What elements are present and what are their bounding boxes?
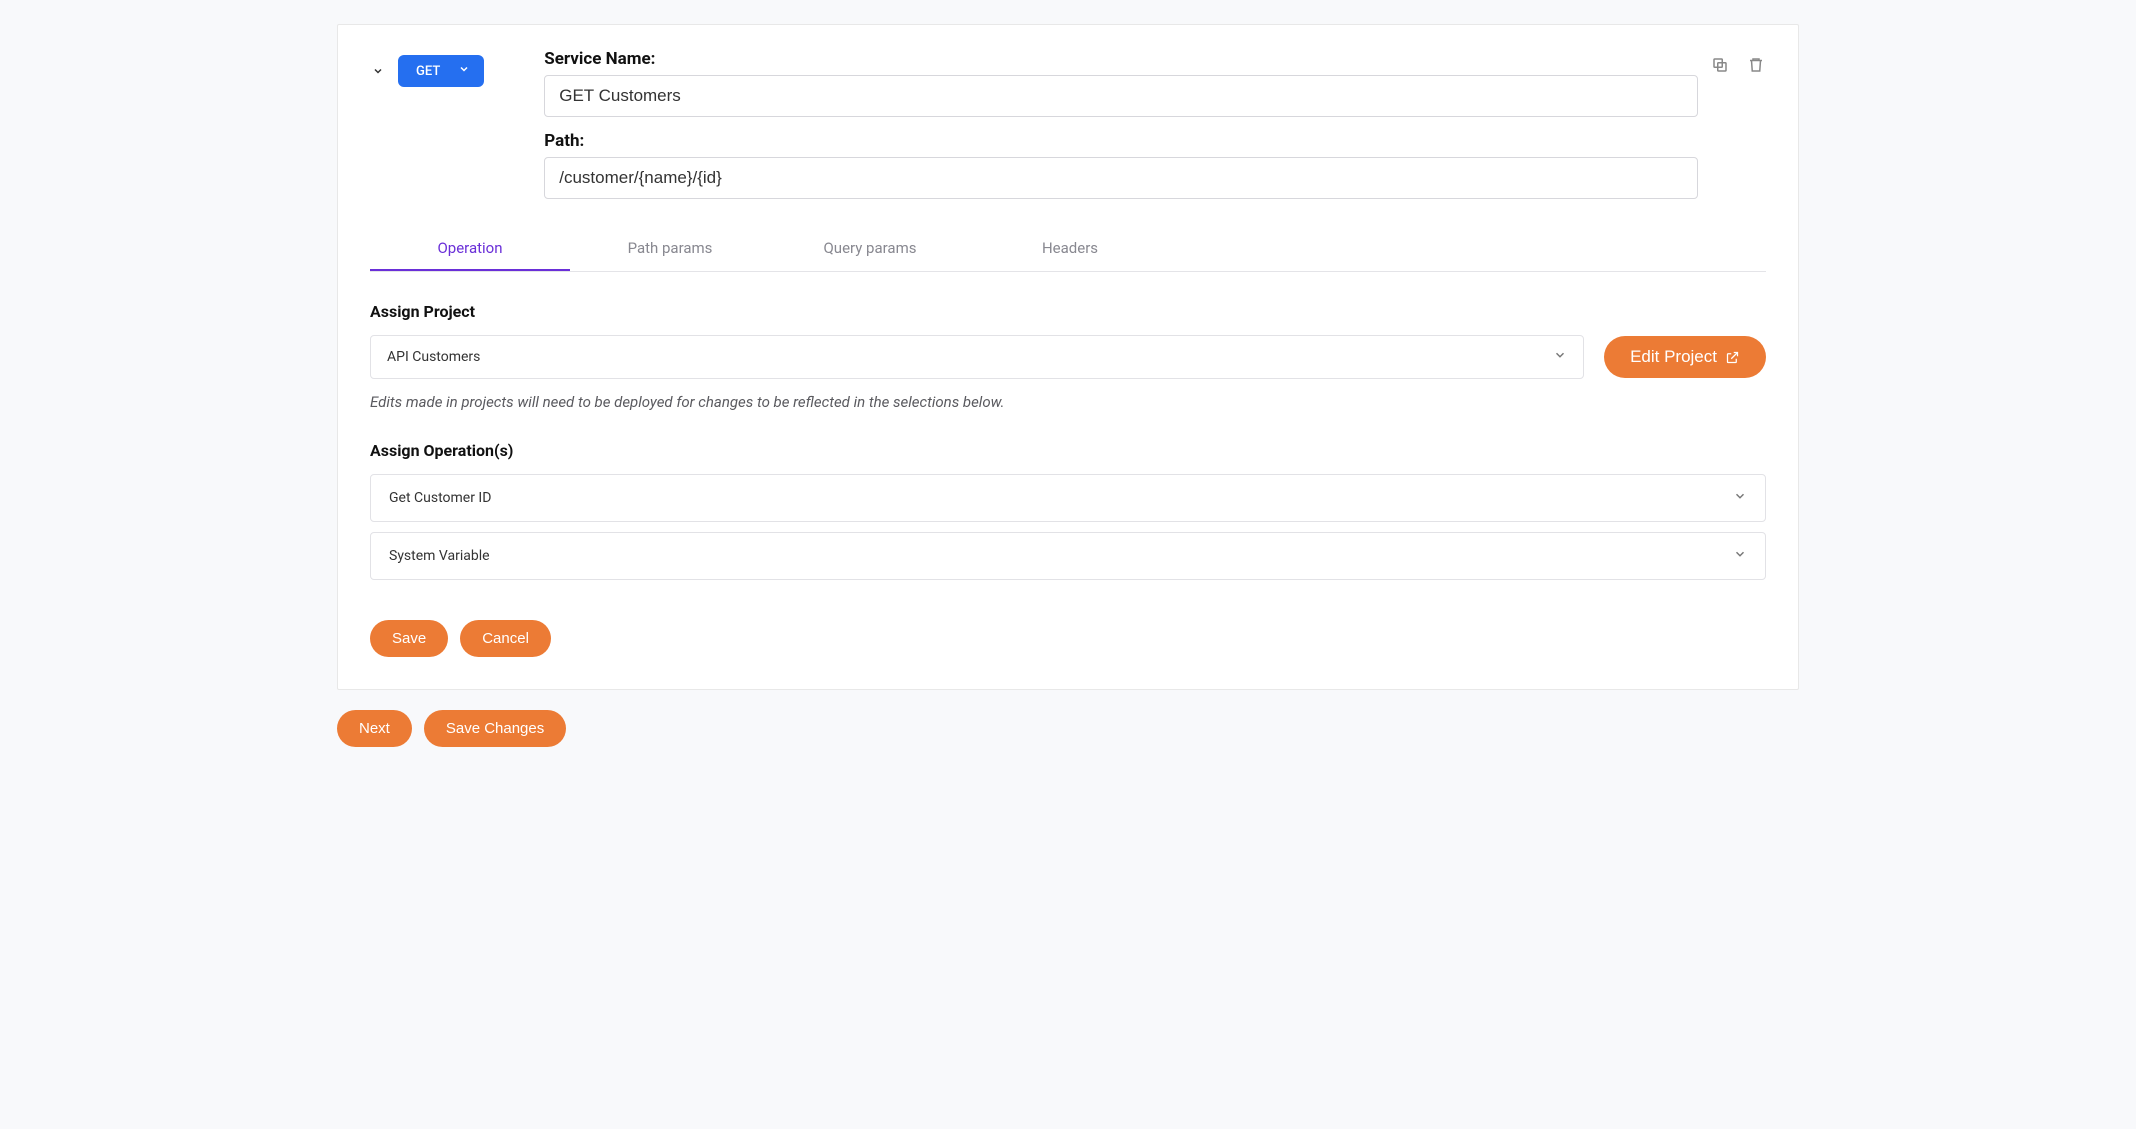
operation-label: Get Customer ID	[389, 490, 491, 506]
method-column: GET	[370, 49, 484, 87]
service-name-input[interactable]	[544, 75, 1698, 117]
chevron-down-icon	[1733, 489, 1747, 507]
button-label: Cancel	[482, 630, 529, 647]
next-button[interactable]: Next	[337, 710, 412, 747]
duplicate-button[interactable]	[1710, 55, 1730, 75]
tab-query-params[interactable]: Query params	[770, 227, 970, 271]
card-action-row: Save Cancel	[370, 620, 1766, 657]
card-actions	[1710, 49, 1766, 75]
method-label: GET	[416, 64, 440, 79]
operations-list: Get Customer ID System Variable	[370, 474, 1766, 580]
tab-label: Operation	[437, 239, 502, 257]
chevron-down-icon	[458, 63, 470, 79]
button-label: Next	[359, 720, 390, 737]
edit-project-label: Edit Project	[1630, 347, 1717, 367]
operation-row[interactable]: Get Customer ID	[370, 474, 1766, 522]
assign-operations-label: Assign Operation(s)	[370, 441, 1766, 460]
tab-label: Headers	[1042, 239, 1098, 257]
trash-icon	[1747, 56, 1765, 74]
project-row: API Customers Edit Project	[370, 335, 1766, 379]
tab-label: Path params	[628, 239, 713, 257]
button-label: Save	[392, 630, 426, 647]
tabs: Operation Path params Query params Heade…	[370, 227, 1766, 272]
header-row: GET Service Name: Path:	[370, 49, 1766, 199]
assign-project-label: Assign Project	[370, 302, 1766, 321]
chevron-down-icon	[372, 65, 384, 77]
tab-path-params[interactable]: Path params	[570, 227, 770, 271]
external-link-icon	[1725, 350, 1740, 365]
copy-icon	[1711, 56, 1729, 74]
project-help-text: Edits made in projects will need to be d…	[370, 393, 1766, 411]
project-selected-value: API Customers	[387, 349, 480, 365]
service-name-group: Service Name:	[544, 49, 1698, 117]
fields-column: Service Name: Path:	[544, 49, 1698, 199]
tab-headers[interactable]: Headers	[970, 227, 1170, 271]
edit-project-button[interactable]: Edit Project	[1604, 336, 1766, 378]
chevron-down-icon	[1553, 348, 1567, 366]
footer-actions: Next Save Changes	[337, 710, 1799, 747]
service-name-label: Service Name:	[544, 49, 1698, 69]
service-card: GET Service Name: Path:	[337, 24, 1799, 690]
project-select[interactable]: API Customers	[370, 335, 1584, 379]
cancel-button[interactable]: Cancel	[460, 620, 551, 657]
path-label: Path:	[544, 131, 1698, 151]
method-select[interactable]: GET	[398, 55, 484, 87]
button-label: Save Changes	[446, 720, 544, 737]
tab-operation[interactable]: Operation	[370, 227, 570, 271]
path-input[interactable]	[544, 157, 1698, 199]
save-changes-button[interactable]: Save Changes	[424, 710, 566, 747]
path-group: Path:	[544, 131, 1698, 199]
save-button[interactable]: Save	[370, 620, 448, 657]
operation-label: System Variable	[389, 548, 490, 564]
chevron-down-icon	[1733, 547, 1747, 565]
delete-button[interactable]	[1746, 55, 1766, 75]
tab-label: Query params	[823, 239, 916, 257]
collapse-toggle[interactable]	[370, 63, 386, 79]
operation-row[interactable]: System Variable	[370, 532, 1766, 580]
